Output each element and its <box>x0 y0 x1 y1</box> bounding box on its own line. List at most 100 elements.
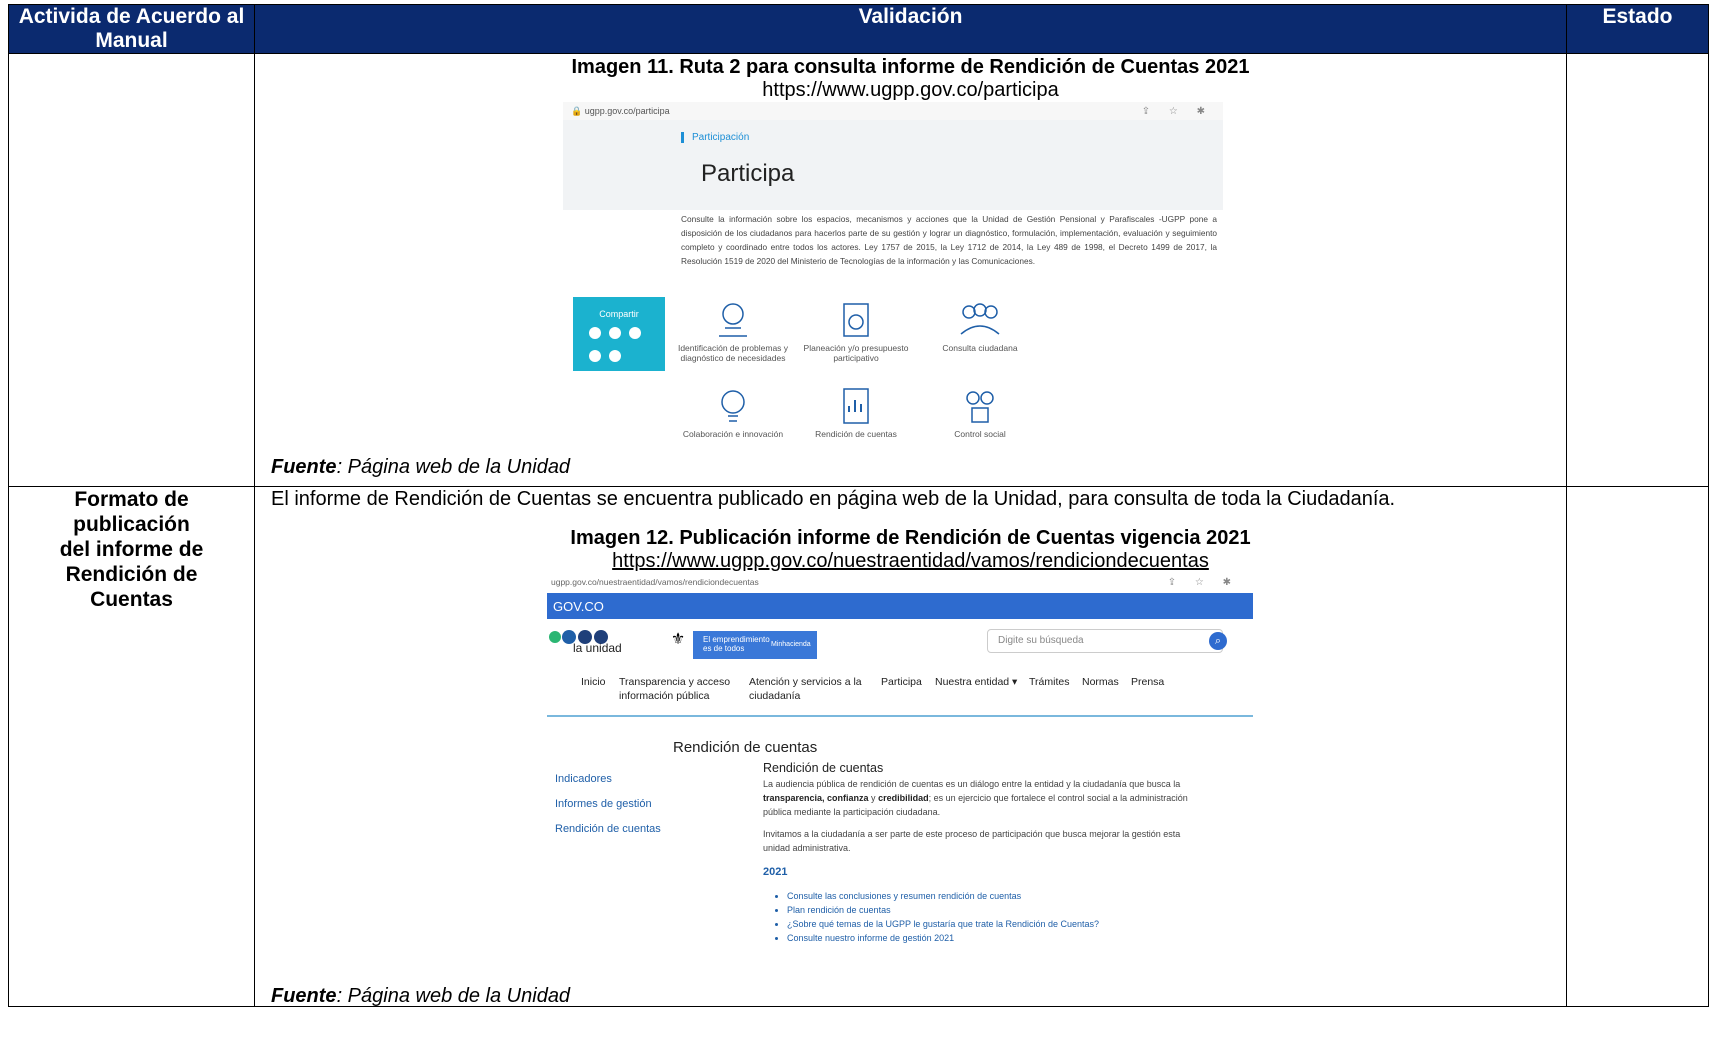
document-link[interactable]: Consulte las conclusiones y resumen rend… <box>787 889 1203 903</box>
page-title: Participa <box>701 160 795 187</box>
nav-prensa[interactable]: Prensa <box>1131 675 1164 689</box>
share-tile: Compartir <box>573 297 665 371</box>
diagnosis-icon <box>719 303 747 337</box>
participa-description: Consulte la información sobre los espaci… <box>681 214 1217 266</box>
participa-item: Identificación de problemas y diagnóstic… <box>668 300 798 363</box>
whatsapp-icon <box>589 327 601 339</box>
image12-source: Fuente: Página web de la Unidad <box>271 985 570 1008</box>
browser-toolbar-icons: ⇪ ☆ ✱ <box>1167 576 1239 588</box>
browser-toolbar-icons: ⇪ ☆ ✱ <box>1141 105 1213 117</box>
nav-tramites[interactable]: Trámites <box>1029 675 1069 689</box>
table-row: Imagen 11. Ruta 2 para consulta informe … <box>8 53 1709 487</box>
gov-bar: GOV.CO <box>547 593 1253 619</box>
year-heading: 2021 <box>763 866 788 878</box>
participa-item-label: Control social <box>954 429 1006 439</box>
rendicion-content: Rendición de cuentas La audiencia públic… <box>763 761 1203 945</box>
row2-status-cell <box>1566 486 1709 1007</box>
address-text: ugpp.gov.co/participa <box>584 106 670 116</box>
image11-caption: Imagen 11. Ruta 2 para consulta informe … <box>571 56 1250 78</box>
share-label: Compartir <box>599 309 639 319</box>
para1-text-c: y <box>868 793 879 803</box>
participa-item: Rendición de cuentas <box>791 386 921 439</box>
minhacienda-banner: El emprendimiento es de todos Minhaciend… <box>693 631 817 659</box>
participa-item: Planeación y/o presupuesto participativo <box>791 300 921 363</box>
source-text: : Página web de la Unidad <box>336 985 571 1007</box>
para1-bold-2: credibilidad <box>878 793 929 803</box>
header-status: Estado <box>1566 4 1709 54</box>
rendicion-screenshot: ugpp.gov.co/nuestraentidad/vamos/rendici… <box>547 575 1253 985</box>
image11-url: https://www.ugpp.gov.co/participa <box>762 79 1059 101</box>
emp-line1: El emprendimiento <box>703 635 770 644</box>
report-icon <box>843 388 869 424</box>
hero-banner: Participación Participa <box>563 120 1223 210</box>
logo-text: la unidad <box>573 641 622 655</box>
document-link[interactable]: Consulte nuestro informe de gestión 2021 <box>787 931 1203 945</box>
image12-caption: Imagen 12. Publicación informe de Rendic… <box>570 527 1251 549</box>
twitter-icon <box>609 327 621 339</box>
participa-item-label: Colaboración e innovación <box>682 429 784 439</box>
lock-icon: 🔒 <box>571 105 585 116</box>
social-control-icon <box>966 391 994 423</box>
side-link-indicadores[interactable]: Indicadores <box>555 773 612 785</box>
row2-intro: El informe de Rendición de Cuentas se en… <box>271 488 1396 510</box>
participa-item-label: Planeación y/o presupuesto participativo <box>803 343 909 363</box>
nav-participa[interactable]: Participa <box>881 675 922 689</box>
source-text: : Página web de la Unidad <box>336 456 571 478</box>
table-header-row: Activida de Acuerdo al Manual Validación… <box>8 4 1709 54</box>
header-activity: Activida de Acuerdo al Manual <box>8 4 255 54</box>
share-icons <box>585 327 655 373</box>
coat-of-arms-icon: ⚜ <box>670 631 686 648</box>
image12-url[interactable]: https://www.ugpp.gov.co/nuestraentidad/v… <box>255 550 1566 572</box>
address-text: ugpp.gov.co/nuestraentidad/vamos/rendici… <box>551 577 759 587</box>
participa-screenshot: 🔒 ugpp.gov.co/participa ⇪ ☆ ✱ Participac… <box>563 102 1223 452</box>
row1-activity-cell <box>8 53 255 487</box>
breadcrumb: Participación <box>681 132 749 143</box>
document-link[interactable]: ¿Sobre qué temas de la UGPP le gustaría … <box>787 917 1203 931</box>
browser-address-bar: ugpp.gov.co/nuestraentidad/vamos/rendici… <box>547 575 1253 589</box>
participa-item-label: Consulta ciudadana <box>942 343 1018 353</box>
emp-line2: es de todos <box>703 644 745 653</box>
main-nav: Inicio Transparencia y acceso información… <box>547 663 1253 717</box>
document-links: Consulte las conclusiones y resumen rend… <box>763 889 1203 945</box>
nav-transparencia[interactable]: Transparencia y acceso información públic… <box>619 675 730 703</box>
nav-normas[interactable]: Normas <box>1082 675 1119 689</box>
document-link[interactable]: Plan rendición de cuentas <box>787 903 1203 917</box>
emp-ministry: Minhacienda <box>771 641 811 648</box>
content-paragraph-1: La audiencia pública de rendición de cue… <box>763 777 1203 819</box>
row1-validation-cell: Imagen 11. Ruta 2 para consulta informe … <box>254 53 1567 487</box>
header-validation: Validación <box>254 4 1567 54</box>
source-label: Fuente <box>271 456 337 478</box>
document-page: Activida de Acuerdo al Manual Validación… <box>0 0 1709 1050</box>
content-paragraph-2: Invitamos a la ciudadanía a ser parte de… <box>763 829 1181 853</box>
search-icon[interactable]: ⌕ <box>1209 632 1227 650</box>
para1-text-a: La audiencia pública de rendición de cue… <box>763 779 1181 789</box>
validation-table: Activida de Acuerdo al Manual Validación… <box>8 4 1709 1007</box>
image11-source: Fuente: Página web de la Unidad <box>271 456 570 479</box>
side-link-rendicion[interactable]: Rendición de cuentas <box>555 823 661 835</box>
content-heading: Rendición de cuentas <box>763 761 884 775</box>
search-input[interactable]: Digite su búsqueda <box>987 629 1223 653</box>
participa-item-label: Identificación de problemas y diagnóstic… <box>677 343 789 363</box>
telegram-icon <box>589 350 601 362</box>
nav-nuestra-entidad[interactable]: Nuestra entidad ▾ <box>935 675 1017 689</box>
people-group-icon <box>960 303 1000 335</box>
email-icon <box>609 350 621 362</box>
participa-item: Consulta ciudadana <box>915 300 1045 353</box>
table-row: Formato de publicación del informe de Re… <box>8 486 1709 1008</box>
source-label: Fuente <box>271 985 337 1007</box>
lightbulb-icon <box>721 390 745 422</box>
planning-icon <box>843 303 869 337</box>
row2-validation-cell: El informe de Rendición de Cuentas se en… <box>254 486 1567 1008</box>
participa-item-label: Rendición de cuentas <box>815 429 897 439</box>
browser-address-bar: 🔒 ugpp.gov.co/participa ⇪ ☆ ✱ <box>563 102 1223 120</box>
nav-transparencia-line1: Transparencia y acceso <box>619 676 731 688</box>
participa-item: Control social <box>915 386 1045 439</box>
facebook-icon <box>629 327 641 339</box>
side-link-informes[interactable]: Informes de gestión <box>555 798 652 810</box>
nav-atencion[interactable]: Atención y servicios a la ciudadanía <box>749 675 862 703</box>
para1-bold-1: transparencia, confianza <box>763 793 869 803</box>
nav-atencion-line1: Atención y servicios a la <box>749 676 862 688</box>
nav-inicio[interactable]: Inicio <box>581 675 606 689</box>
nav-transparencia-line2: información pública <box>619 690 710 702</box>
brand-bar: la unidad ⚜ El emprendimiento es de todo… <box>547 619 1253 663</box>
